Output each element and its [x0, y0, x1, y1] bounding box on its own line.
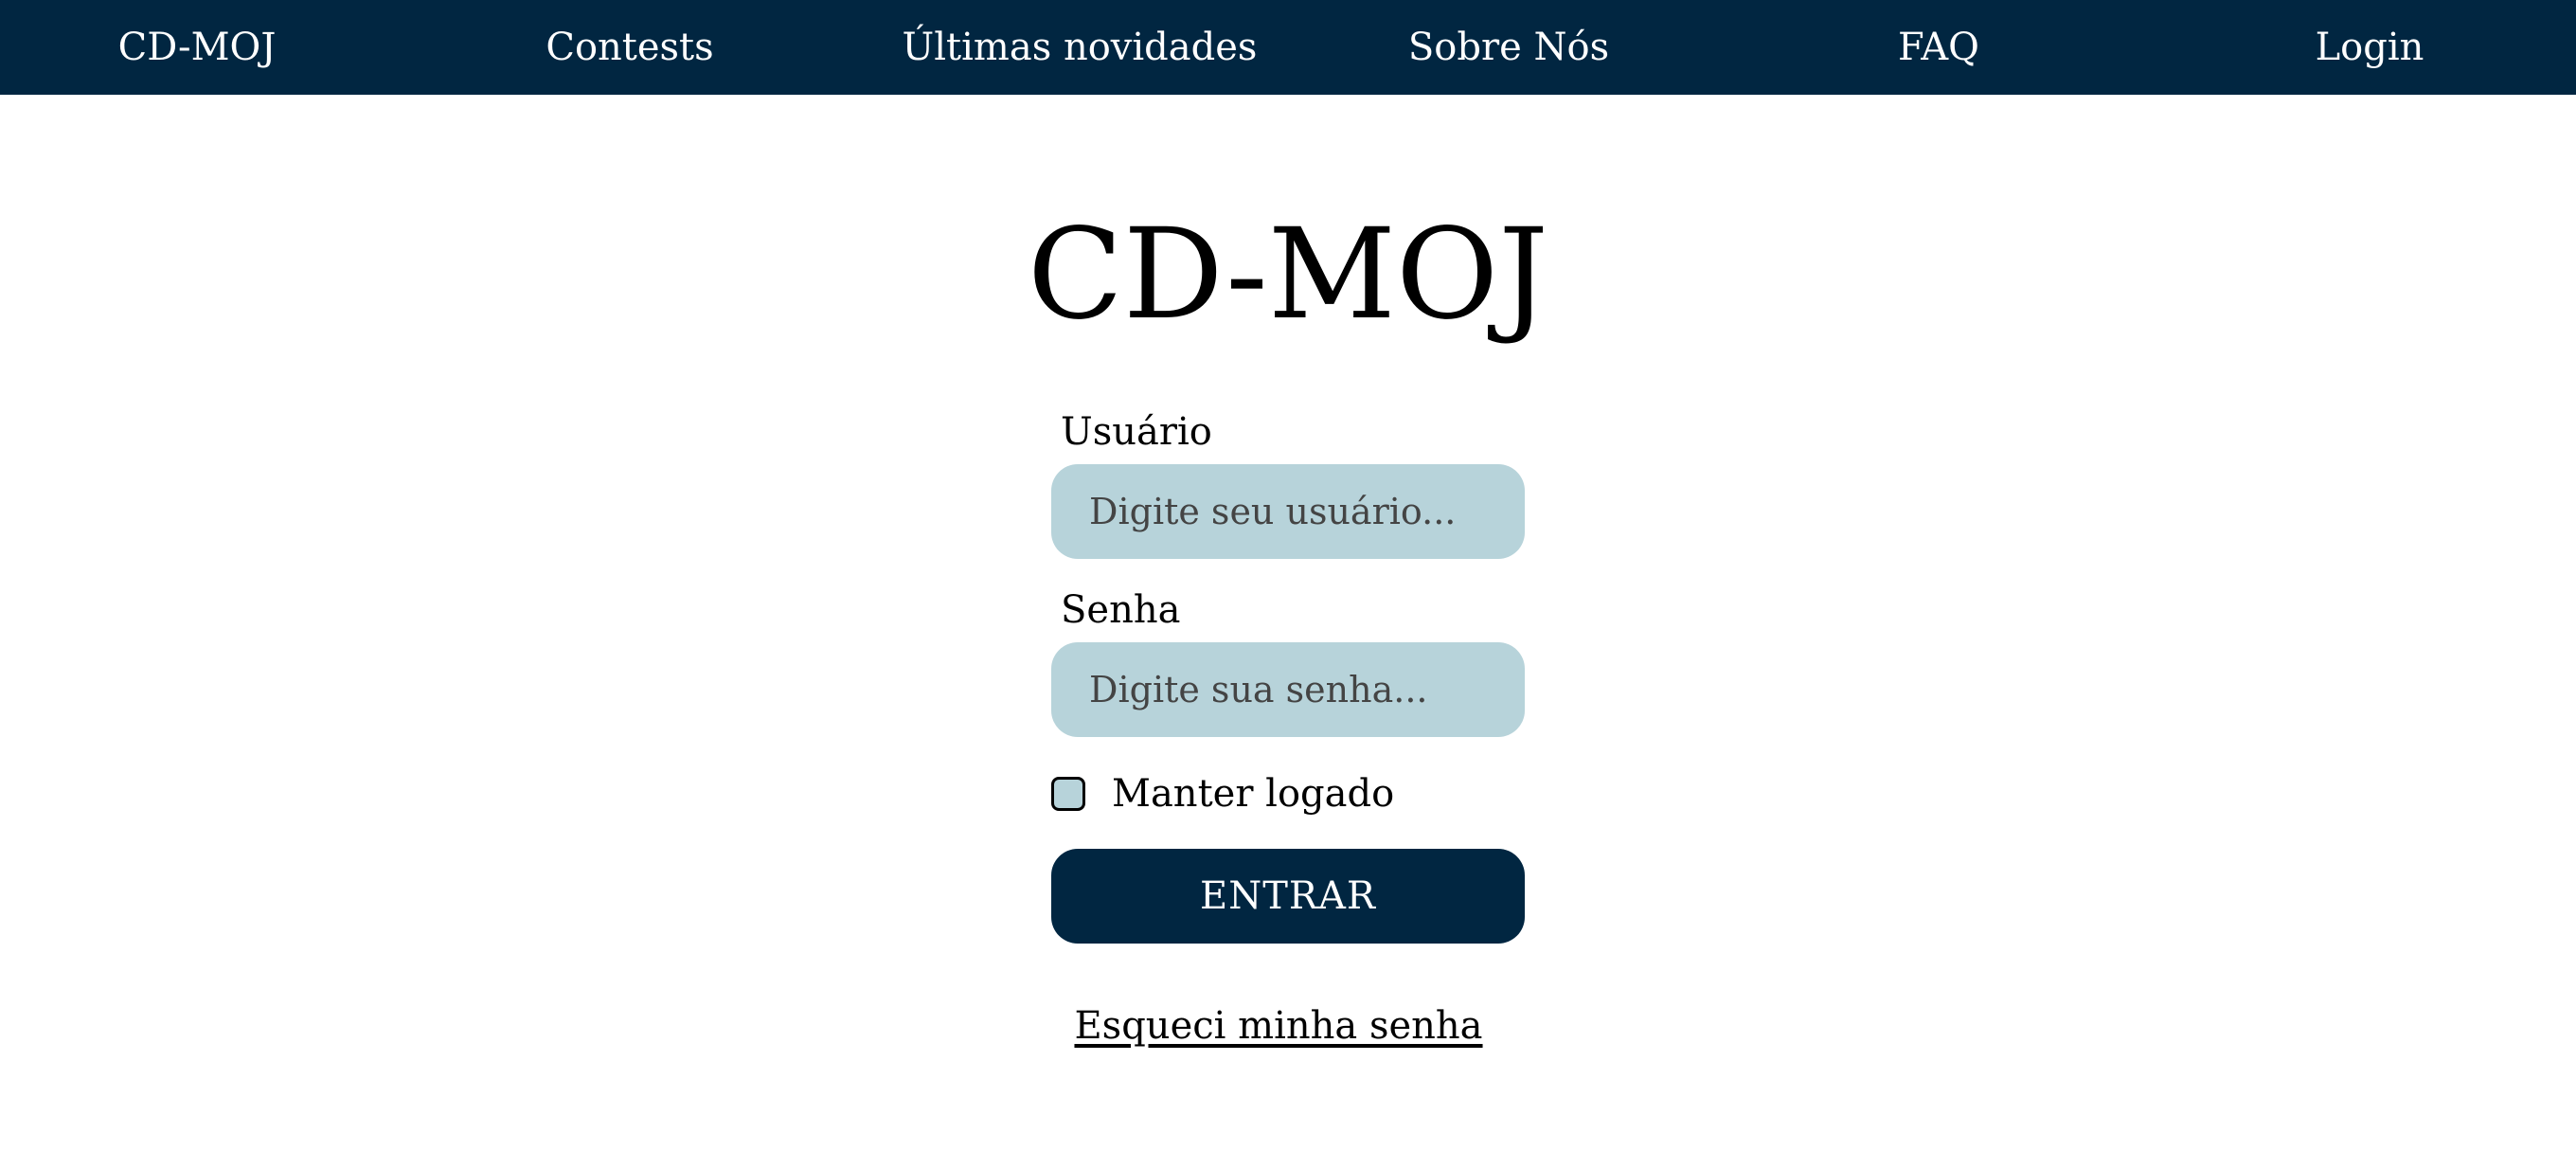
password-label: Senha [1061, 588, 1181, 632]
remember-me-checkbox[interactable] [1051, 777, 1085, 811]
forgot-password-link[interactable]: Esqueci minha senha [1074, 999, 1482, 1052]
top-navbar: CD-MOJ Contests Últimas novidades Sobre … [0, 0, 2576, 95]
username-input[interactable] [1051, 464, 1525, 559]
nav-item-news[interactable]: Últimas novidades [903, 0, 1258, 95]
remember-me-label[interactable]: Manter logado [1112, 767, 1394, 820]
password-input[interactable] [1051, 642, 1525, 737]
nav-item-about[interactable]: Sobre Nós [1408, 0, 1609, 95]
username-label: Usuário [1061, 410, 1212, 454]
nav-item-contests[interactable]: Contests [546, 0, 713, 95]
nav-item-login[interactable]: Login [2316, 0, 2424, 95]
nav-item-faq[interactable]: FAQ [1898, 0, 1979, 95]
nav-brand-link[interactable]: CD-MOJ [118, 0, 277, 95]
login-submit-button[interactable]: ENTRAR [1051, 849, 1525, 944]
page-title: CD-MOJ [1027, 202, 1549, 348]
